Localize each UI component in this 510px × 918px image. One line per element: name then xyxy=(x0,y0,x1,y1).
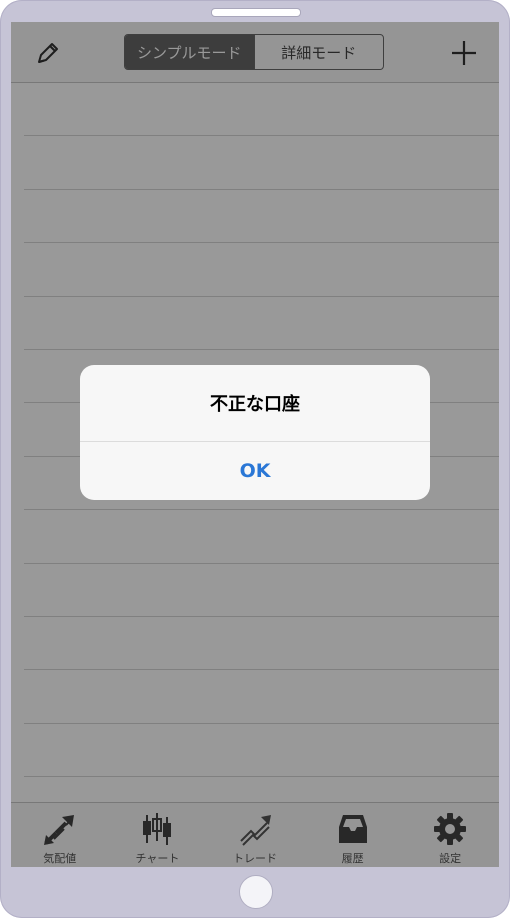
home-button[interactable] xyxy=(239,875,273,909)
alert-title: 不正な口座 xyxy=(80,365,430,442)
speaker-grille xyxy=(211,8,301,17)
ok-button[interactable]: OK xyxy=(80,442,430,500)
alert-dialog: 不正な口座 OK xyxy=(80,365,430,500)
device-frame: シンプルモード 詳細モード 気配値 チャート トレード 履歴 設定 不正な口座 … xyxy=(0,0,510,918)
app-screen: シンプルモード 詳細モード 気配値 チャート トレード 履歴 設定 不正な口座 … xyxy=(11,22,499,867)
